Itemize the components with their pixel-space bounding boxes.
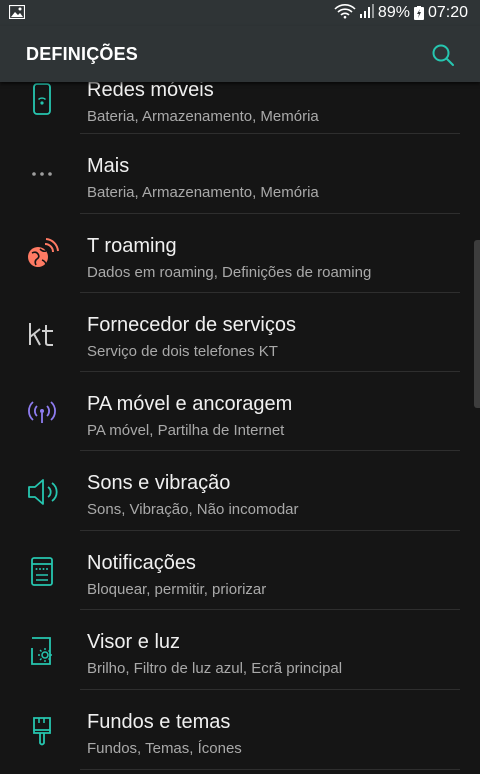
- settings-item-fundos[interactable]: Fundos e temas Fundos, Temas, Ícones: [0, 690, 480, 770]
- item-subtitle: Bateria, Armazenamento, Memória: [87, 184, 319, 201]
- item-title: Redes móveis: [87, 79, 214, 101]
- item-title: Visor e luz: [87, 631, 181, 653]
- page-title: DEFINIÇÕES: [26, 44, 139, 64]
- item-title: Mais: [87, 155, 130, 177]
- settings-item-fornecedor[interactable]: Fornecedor de serviços Serviço de dois t…: [0, 293, 480, 373]
- item-title: Fornecedor de serviços: [87, 314, 296, 336]
- item-subtitle: Bateria, Armazenamento, Memória: [87, 108, 319, 125]
- divider: [80, 769, 460, 770]
- item-title: T roaming: [87, 235, 177, 257]
- network-phone-icon: [22, 82, 62, 116]
- status-right: 89% 07:20: [334, 3, 468, 23]
- item-subtitle: PA móvel, Partilha de Internet: [87, 422, 285, 439]
- settings-item-notificacoes[interactable]: Notificações Bloquear, permitir, prioriz…: [0, 531, 480, 611]
- display-brightness-icon: [22, 634, 62, 668]
- item-title: PA móvel e ancoragem: [87, 393, 293, 415]
- notification-panel-icon: [22, 555, 62, 589]
- item-title: Fundos e temas: [87, 711, 231, 733]
- battery-percent: 89%: [377, 4, 410, 21]
- item-subtitle: Sons, Vibração, Não incomodar: [87, 501, 299, 518]
- wifi-icon: [334, 3, 356, 24]
- gallery-icon: [8, 4, 26, 20]
- item-title: Sons e vibração: [87, 472, 231, 494]
- scrollbar-thumb[interactable]: [474, 240, 480, 408]
- settings-item-t-roaming[interactable]: T roaming Dados em roaming, Definições d…: [0, 214, 480, 294]
- paintbrush-icon: [22, 714, 62, 748]
- app-bar: DEFINIÇÕES: [0, 26, 480, 82]
- globe-roaming-icon: [22, 238, 62, 272]
- settings-item-pa-movel[interactable]: PA móvel e ancoragem PA móvel, Partilha …: [0, 372, 480, 452]
- signal-icon: [359, 3, 374, 24]
- settings-item-mais[interactable]: Mais Bateria, Armazenamento, Memória: [0, 134, 480, 214]
- settings-item-sons[interactable]: Sons e vibração Sons, Vibração, Não inco…: [0, 451, 480, 531]
- hotspot-icon: [22, 396, 62, 430]
- speaker-icon: [22, 475, 62, 509]
- kt-logo-icon: [22, 317, 62, 351]
- item-subtitle: Bloquear, permitir, priorizar: [87, 581, 267, 598]
- item-subtitle: Dados em roaming, Definições de roaming: [87, 264, 372, 281]
- more-dots-icon: [22, 158, 62, 192]
- battery-charging-icon: [413, 6, 424, 20]
- item-title: Notificações: [87, 552, 196, 574]
- item-subtitle: Fundos, Temas, Ícones: [87, 740, 242, 757]
- item-subtitle: Brilho, Filtro de luz azul, Ecrã princip…: [87, 660, 343, 677]
- status-bar: 89% 07:20: [0, 0, 480, 26]
- search-icon[interactable]: [430, 42, 456, 68]
- settings-item-visor[interactable]: Visor e luz Brilho, Filtro de luz azul, …: [0, 610, 480, 690]
- item-subtitle: Serviço de dois telefones KT: [87, 343, 278, 360]
- clock: 07:20: [427, 4, 468, 21]
